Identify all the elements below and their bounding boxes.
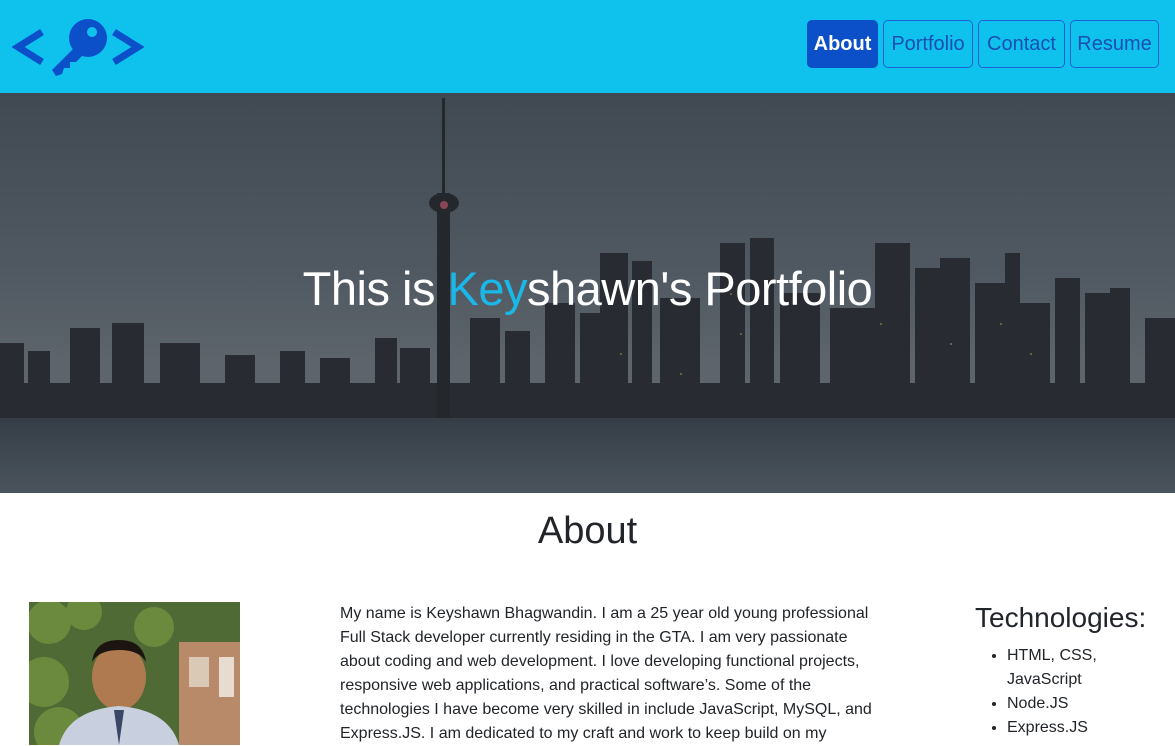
list-item: HTML, CSS, JavaScript [1007,644,1167,692]
technologies-list: HTML, CSS, JavaScript Node.JS Express.JS [989,644,1167,740]
nav-portfolio-button[interactable]: Portfolio [883,20,973,68]
key-code-logo-icon[interactable] [12,14,144,80]
hero-title: This is Keyshawn's Portfolio [0,261,1175,316]
list-item: Express.JS [1007,716,1167,740]
nav-menu: About Portfolio Contact Resume [807,20,1159,68]
navbar: About Portfolio Contact Resume [0,0,1175,93]
nav-about-button[interactable]: About [807,20,878,68]
hero-title-suffix: shawn's Portfolio [527,262,873,315]
hero-title-prefix: This is [302,262,448,315]
nav-contact-button[interactable]: Contact [978,20,1065,68]
about-heading: About [537,510,638,552]
nav-resume-button[interactable]: Resume [1070,20,1159,68]
bio-paragraph: My name is Keyshawn Bhagwandin. I am a 2… [340,605,872,742]
list-item: Node.JS [1007,692,1167,716]
hero-banner: This is Keyshawn's Portfolio [0,93,1175,493]
profile-photo [29,602,240,745]
hero-title-accent: Key [447,262,528,315]
technologies-heading: Technologies: [975,602,1147,633]
